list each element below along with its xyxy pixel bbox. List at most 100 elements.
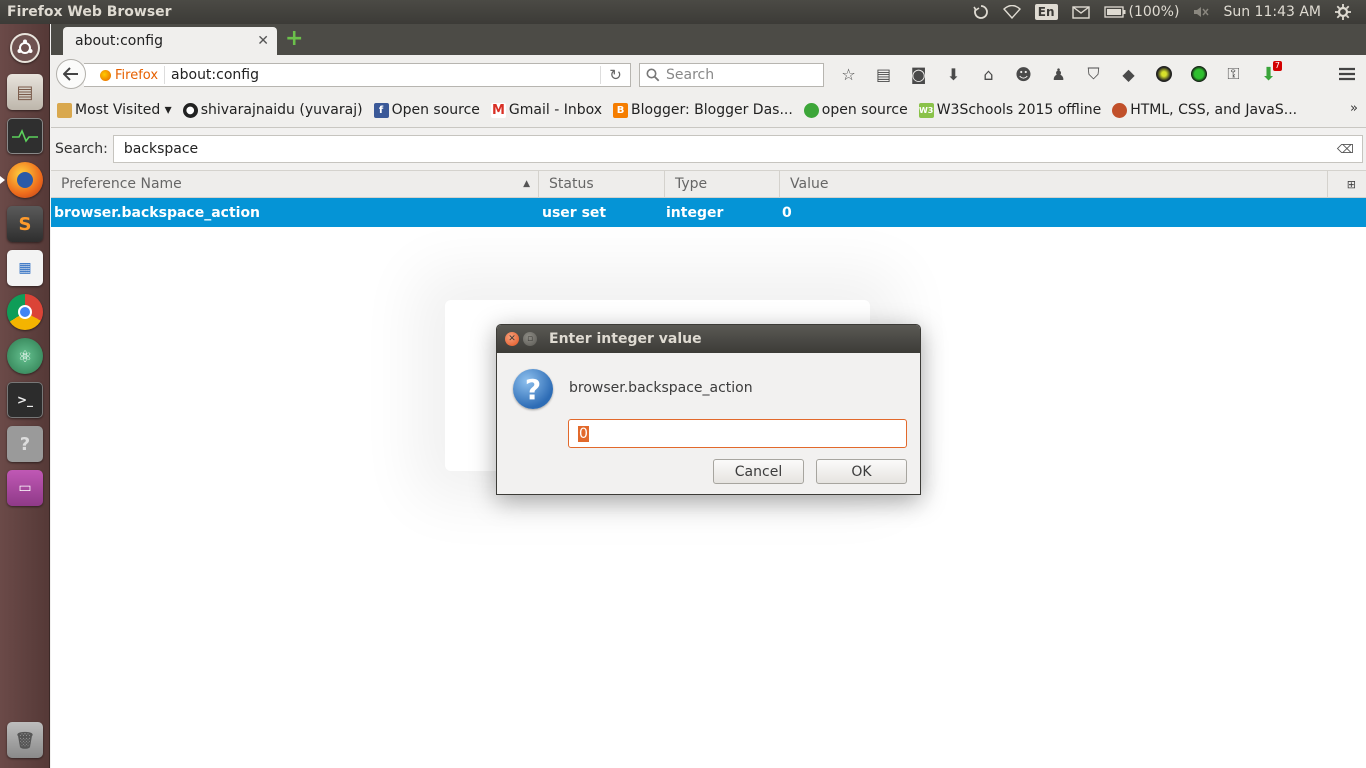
bookmark-label: open source (821, 102, 908, 118)
trash-icon[interactable]: 🗑 (4, 719, 46, 761)
config-search-label: Search: (55, 141, 108, 157)
tab-title: about:config (75, 33, 163, 49)
dialog-close-icon[interactable]: ✕ (505, 332, 519, 346)
hello-chat-icon[interactable]: ☻ (1006, 55, 1041, 93)
bookmark-label: shivarajnaidu (yuvaraj) (200, 102, 363, 118)
bookmark-github[interactable]: ● shivarajnaidu (yuvaraj) (182, 102, 363, 118)
opensource-icon (803, 102, 819, 118)
column-label: Preference Name (61, 176, 182, 192)
bookmarks-toolbar: Most Visited ▾ ● shivarajnaidu (yuvaraj) … (51, 93, 1366, 128)
battery-percent: (100%) (1128, 4, 1180, 20)
pocket-icon[interactable]: ◙ (901, 55, 936, 93)
keyboard-layout-label: En (1034, 4, 1058, 20)
ok-button[interactable]: OK (816, 459, 907, 484)
tab-about-config[interactable]: about:config ✕ (63, 27, 277, 55)
bookmarks-overflow-chevron-icon[interactable]: » (1350, 101, 1358, 116)
bookmarks-menu-icon[interactable]: ▤ (866, 55, 901, 93)
search-bar[interactable]: Search (639, 63, 824, 87)
back-arrow-icon (63, 67, 78, 81)
ublock-shield-icon[interactable]: ⛉ (1076, 55, 1111, 93)
column-value[interactable]: Value (780, 170, 1328, 198)
question-icon: ? (513, 369, 553, 409)
config-search-input[interactable]: backspace ⌫ (112, 135, 1363, 163)
files-icon[interactable]: ▤ (4, 71, 46, 113)
config-search-value: backspace (123, 141, 199, 157)
table-row[interactable]: browser.backspace_action user set intege… (51, 198, 1366, 227)
column-type[interactable]: Type (665, 170, 780, 198)
clock[interactable]: Sun 11:43 AM (1216, 0, 1328, 24)
session-gear-icon[interactable] (1328, 0, 1358, 24)
hamburger-menu-icon[interactable] (1332, 59, 1362, 89)
enter-integer-dialog: ✕ ▫ Enter integer value ? browser.backsp… (496, 324, 921, 495)
pref-status: user set (542, 204, 607, 221)
dialog-minimize-icon[interactable]: ▫ (523, 332, 537, 346)
volume-muted-icon[interactable] (1186, 0, 1216, 24)
dialog-title: Enter integer value (549, 331, 702, 347)
extension-arrows-icon[interactable]: ◆ (1111, 55, 1146, 93)
sync-icon[interactable] (966, 0, 996, 24)
url-text[interactable]: about:config (165, 67, 259, 83)
tab-close-icon[interactable]: ✕ (257, 33, 269, 49)
wifi-icon[interactable] (996, 0, 1028, 24)
top-panel: Firefox Web Browser En (100%) Sun 11:43 … (0, 0, 1366, 24)
new-tab-icon[interactable]: + (285, 28, 303, 50)
column-label: Status (549, 176, 594, 192)
back-button[interactable] (56, 59, 86, 89)
firefox-icon[interactable] (0, 159, 46, 201)
battery-indicator[interactable]: (100%) (1097, 0, 1187, 24)
downloads-icon[interactable]: ⬇ (936, 55, 971, 93)
terminal-icon[interactable]: >_ (4, 379, 46, 421)
keyboard-layout-indicator[interactable]: En (1028, 0, 1065, 24)
folder-icon (57, 102, 72, 118)
column-label: Type (675, 176, 708, 192)
identity-label: Firefox (115, 67, 159, 83)
bookmark-blogger[interactable]: B Blogger: Blogger Das... (613, 102, 793, 118)
bookmark-label: Open source (391, 102, 480, 118)
bookmark-label: Blogger: Blogger Das... (631, 102, 793, 118)
libreoffice-writer-icon[interactable]: ▦ (4, 247, 46, 289)
system-monitor-icon[interactable] (4, 115, 46, 157)
chrome-icon[interactable] (4, 291, 46, 333)
column-picker-icon[interactable]: ⊞ (1347, 178, 1356, 191)
dialog-message: browser.backspace_action (569, 380, 753, 396)
clear-search-icon[interactable]: ⌫ (1337, 142, 1354, 156)
bookmark-mdn[interactable]: HTML, CSS, and JavaS... (1112, 102, 1297, 118)
bookmark-open-source-facebook[interactable]: f Open source (373, 102, 480, 118)
extension-key-icon[interactable]: ⚿ (1216, 55, 1251, 93)
home-icon[interactable]: ⌂ (971, 55, 1006, 93)
extension-green-dot-icon[interactable] (1181, 55, 1216, 93)
column-label: Value (790, 176, 829, 192)
url-bar[interactable]: Firefox about:config ↻ (84, 63, 631, 87)
integer-value-input[interactable]: 0 (568, 419, 907, 448)
site-identity[interactable]: Firefox (92, 66, 166, 84)
column-status[interactable]: Status (539, 170, 665, 198)
dash-home-icon[interactable] (4, 27, 46, 69)
bookmark-label: HTML, CSS, and JavaS... (1130, 102, 1298, 118)
bookmark-label: Most Visited ▾ (75, 102, 172, 118)
preferences-table-header: Preference Name ▲ Status Type Value ⊞ (51, 170, 1366, 198)
bookmark-label: Gmail - Inbox (508, 102, 603, 118)
bookmark-star-icon[interactable]: ☆ (831, 55, 866, 93)
column-preference-name[interactable]: Preference Name ▲ (51, 170, 539, 198)
mdn-icon (1112, 102, 1128, 118)
cancel-button[interactable]: Cancel (713, 459, 804, 484)
dialog-titlebar: ✕ ▫ Enter integer value (497, 325, 920, 353)
software-center-icon[interactable]: ▭ (4, 467, 46, 509)
extension-circle-icon[interactable] (1146, 55, 1181, 93)
bookmark-most-visited[interactable]: Most Visited ▾ (57, 102, 172, 118)
pref-value: 0 (782, 204, 792, 221)
mail-icon[interactable] (1065, 0, 1097, 24)
sublime-text-icon[interactable]: S (4, 203, 46, 245)
atom-editor-icon[interactable]: ⚛ (4, 335, 46, 377)
config-search-row: Search: backspace ⌫ (51, 128, 1366, 170)
navigation-toolbar: Firefox about:config ↻ Search ☆ ▤ ◙ ⬇ ⌂ … (51, 55, 1366, 93)
unity-launcher: ▤ S ▦ ⚛ >_ ? ▭ 🗑 (0, 24, 50, 768)
reload-icon[interactable]: ↻ (600, 66, 630, 84)
help-icon[interactable]: ? (4, 423, 46, 465)
bookmark-open-source[interactable]: open source (803, 102, 908, 118)
bookmark-gmail[interactable]: M Gmail - Inbox (490, 102, 603, 118)
bookmark-w3schools[interactable]: W3 W3Schools 2015 offline (918, 102, 1101, 118)
blogger-icon: B (613, 102, 629, 118)
ghostery-icon[interactable]: ♟ (1041, 55, 1076, 93)
download-helper-icon[interactable]: ⬇ 7 (1251, 55, 1286, 93)
